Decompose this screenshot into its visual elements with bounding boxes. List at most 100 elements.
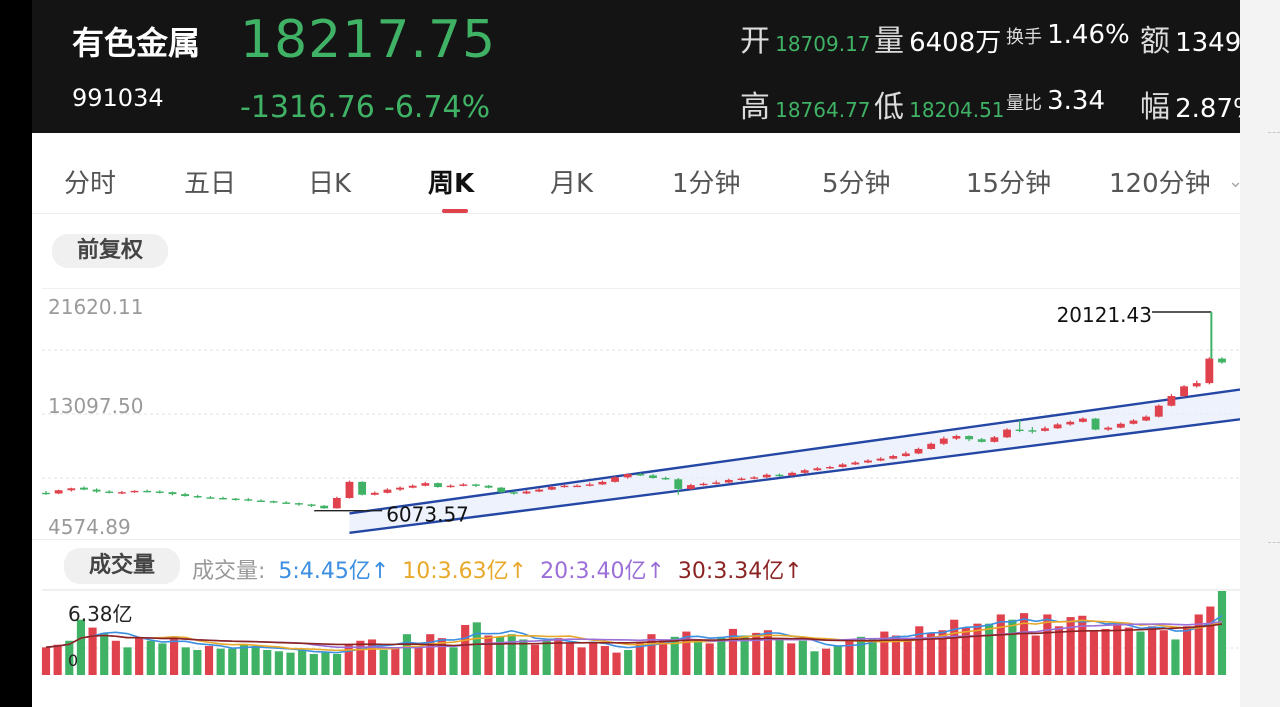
stat-volume-label: 量 [874,24,904,59]
candle-body [307,504,316,506]
stat-low: 低 18204.51 [874,82,1005,126]
candle-body [775,474,784,477]
volume-bar [449,647,458,675]
volume-bar [472,622,481,675]
candle-body [535,489,544,492]
stat-high-label: 高 [740,90,770,125]
volume-bar [1101,628,1110,675]
stat-amplitude-label: 幅 [1140,90,1170,125]
volume-bar [1066,617,1075,675]
candle-body [396,487,404,490]
active-tab-indicator [442,209,468,213]
volume-ma-legend: 成交量: 5:4.45亿↑ 10:3.63亿↑ 20:3.40亿↑ 30:3.3… [192,553,809,585]
candle-body [1091,418,1100,430]
volume-bar [624,649,633,675]
candle-body [674,479,683,489]
volume-bar [577,647,586,675]
tab-5-minute[interactable]: 5分钟 [822,163,891,200]
candle-body [193,496,202,498]
candle-body [939,438,948,444]
candle-body [623,474,632,478]
tab-120-minute[interactable]: 120分钟 [1109,163,1211,200]
tab-intraday[interactable]: 分时 [64,163,116,200]
candle-body [838,464,847,468]
candle-body [42,492,50,495]
volume-bar [53,644,62,675]
period-tabs: 分时 五日 日K 周K 月K 1分钟 5分钟 15分钟 120分钟 ⌄ [32,133,1240,214]
candle-body [80,487,88,490]
candle-body [649,475,657,478]
volume-bar [1217,591,1227,675]
tab-weekly-k[interactable]: 周K [428,163,474,200]
stat-vol-ratio-value: 3.34 [1047,86,1105,116]
volume-bar [798,640,807,675]
volume-chart[interactable]: 0 [32,588,1240,707]
candle-body [1053,424,1062,429]
volume-indicator-button[interactable]: 成交量 [64,548,180,584]
volume-bar [414,646,423,675]
tab-1-minute[interactable]: 1分钟 [672,163,741,200]
chevron-down-icon[interactable]: ⌄ [1228,171,1240,192]
candle-body [509,492,518,494]
candle-body [762,474,771,478]
volume-bar [251,646,260,675]
tab-15-minute[interactable]: 15分钟 [966,163,1051,200]
stat-amplitude-value: 2.87% [1175,94,1240,124]
kline-chart[interactable]: 20121.43 6073.57 21620.11 13097.50 4574.… [32,288,1240,540]
candle-body [497,487,506,493]
stat-volume-value: 6408万 [909,28,1002,58]
candle-body [800,470,809,473]
candle-body [737,478,746,481]
volume-bar [1182,626,1192,675]
tab-five-day[interactable]: 五日 [184,163,236,200]
volume-bar [391,647,400,675]
volume-bar [775,638,784,675]
candle-body [143,490,152,493]
index-name: 有色金属 [72,24,201,62]
price-change: -1316.76 [240,90,375,125]
candle-body [1154,405,1163,417]
stat-open-value: 18709.17 [775,32,871,56]
y-tick-label-bottom: 4574.89 [48,515,131,539]
adjust-mode-button[interactable]: 前复权 [52,234,168,268]
volume-bar [239,644,249,675]
candle-body [244,499,253,501]
candle-body [1015,429,1024,431]
volume-bar [286,652,295,675]
volume-bar [484,635,493,675]
candle-body [1180,386,1188,397]
stat-turnover-label: 换手 [1006,27,1042,48]
stat-amount: 额 1349 [1140,16,1240,60]
tab-daily-k[interactable]: 日K [308,163,351,200]
volume-bar [263,649,272,675]
volume-bar [507,634,516,675]
y-tick-label-middle: 13097.50 [48,394,143,418]
volume-bar [950,619,959,675]
candle-body [1192,383,1201,387]
volume-bar [461,624,470,675]
app-window: 有色金属 991034 18217.75 -1316.76 -6.74% 开 1… [32,0,1240,707]
candle-body [1167,396,1176,406]
candle-body [1066,421,1075,425]
candle-body [585,484,594,486]
candle-body [332,497,341,509]
volume-bar [298,649,307,675]
volume-bar [693,639,703,675]
side-scroll-strip [1240,0,1280,707]
candle-body [67,488,76,491]
volume-bar [1054,626,1064,675]
index-code: 991034 [72,84,164,112]
tab-monthly-k[interactable]: 月K [550,163,593,200]
stat-amplitude: 幅 2.87% [1140,82,1240,126]
volume-bar [1159,630,1168,675]
candle-body [282,502,291,504]
volume-bar [600,646,609,675]
candle-body [92,489,101,492]
trend-channel [349,388,1240,535]
volume-bar [100,632,109,675]
volume-bar [1136,631,1145,675]
volume-bar [705,643,714,675]
volume-bar [985,623,994,675]
stat-high-value: 18764.77 [775,98,871,122]
volume-bar [810,651,819,675]
